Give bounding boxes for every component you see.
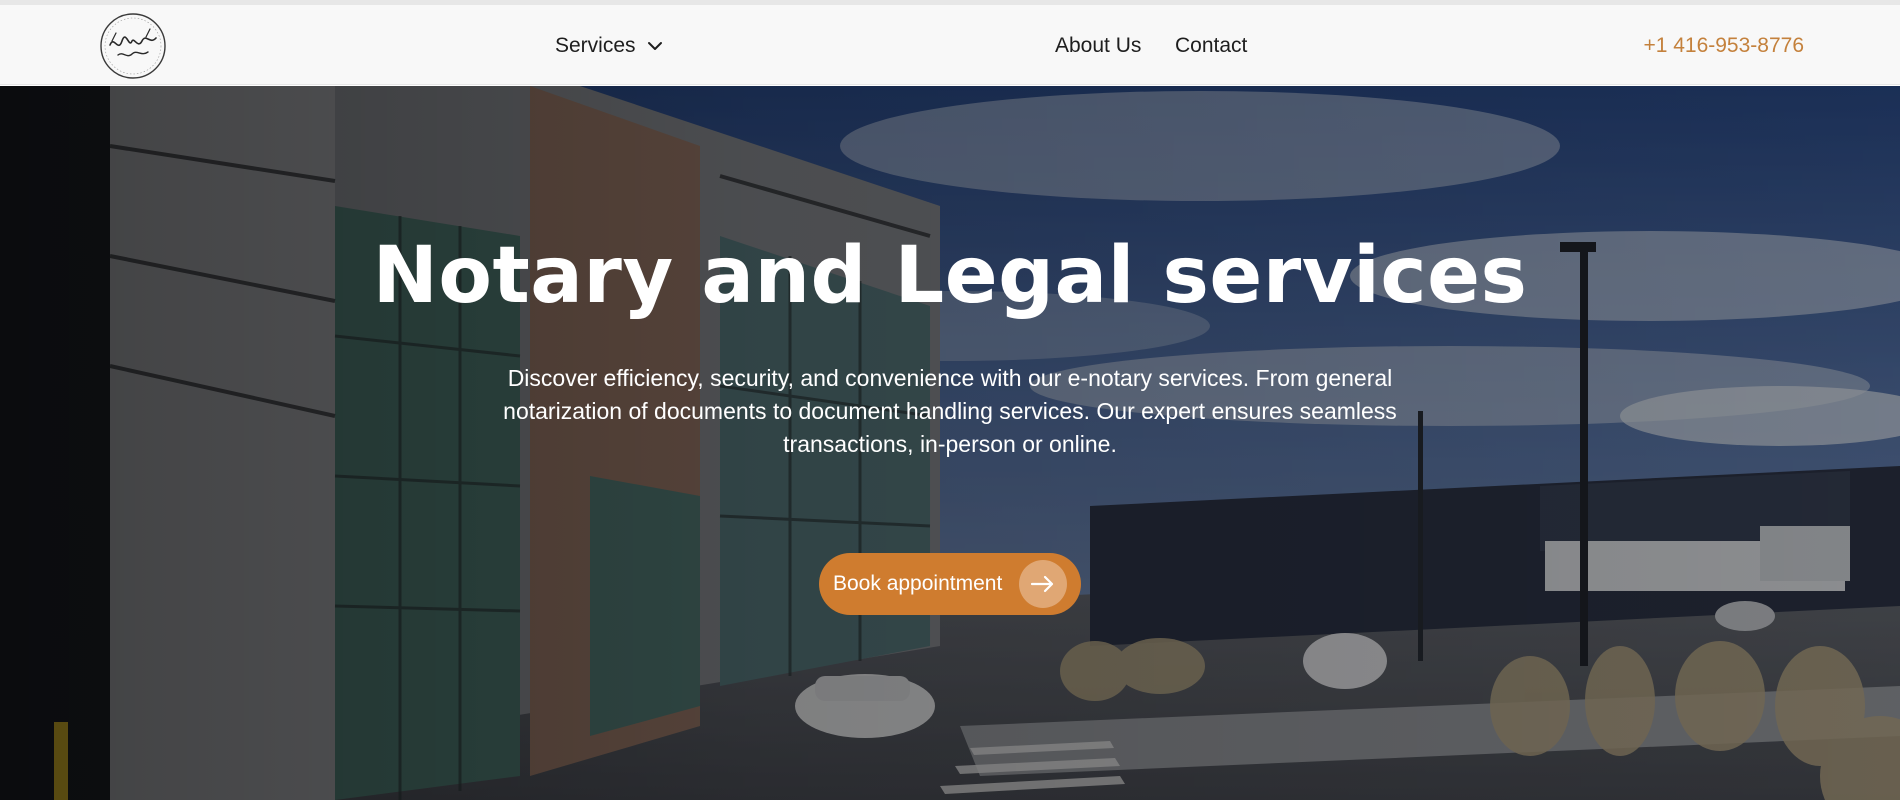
logo-icon[interactable] [96,11,170,81]
arrow-right-icon [1019,560,1067,608]
nav-services-label: Services [555,34,636,57]
nav-about-link[interactable]: About Us [1055,31,1141,61]
site-header: Services About Us Contact +1 416-953-877… [0,5,1900,85]
book-appointment-label: Book appointment [833,572,1003,595]
chevron-down-icon [647,42,662,50]
hero-subtitle: Discover efficiency, security, and conve… [503,365,1397,457]
page: Services About Us Contact +1 416-953-877… [0,0,1900,800]
hero-section: Notary and Legal services Discover effic… [0,86,1900,800]
nav-contact-link[interactable]: Contact [1175,31,1247,61]
hero-title: Notary and Legal services [372,231,1528,321]
nav-services-dropdown[interactable]: Services [555,31,664,61]
book-appointment-button[interactable]: Book appointment [819,553,1081,615]
phone-link[interactable]: +1 416-953-8776 [1643,31,1804,61]
